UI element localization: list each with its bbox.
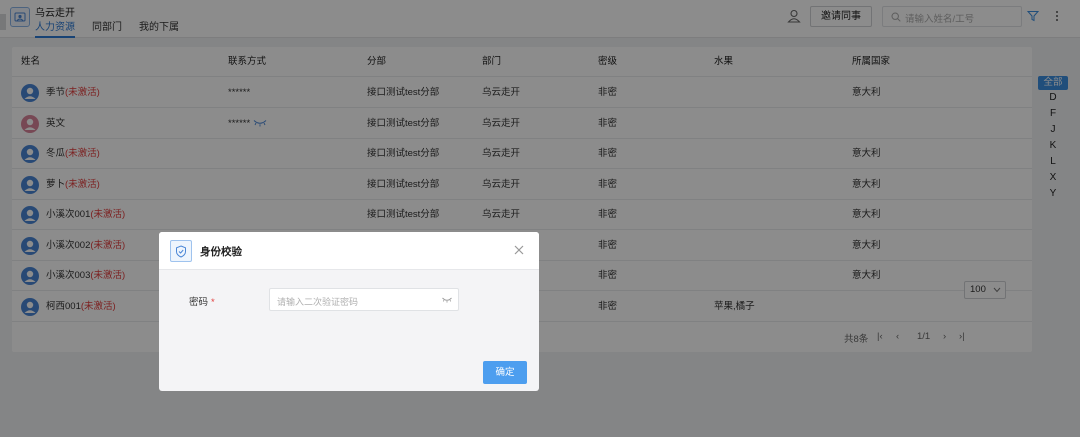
password-label: 密码 * (189, 294, 215, 308)
password-field[interactable]: 请输入二次验证密码 (269, 288, 459, 311)
dialog-title: 身份校验 (200, 246, 242, 258)
password-label-text: 密码 (189, 297, 209, 308)
shield-icon (170, 240, 192, 262)
required-mark: * (211, 297, 215, 308)
confirm-button[interactable]: 确定 (483, 361, 527, 384)
close-icon[interactable] (514, 245, 524, 255)
password-placeholder: 请输入二次验证密码 (277, 297, 359, 307)
dialog-header: 身份校验 (159, 232, 539, 270)
eye-closed-icon[interactable] (442, 297, 452, 303)
identity-verify-dialog: 身份校验 密码 * 请输入二次验证密码 确定 (159, 232, 539, 391)
